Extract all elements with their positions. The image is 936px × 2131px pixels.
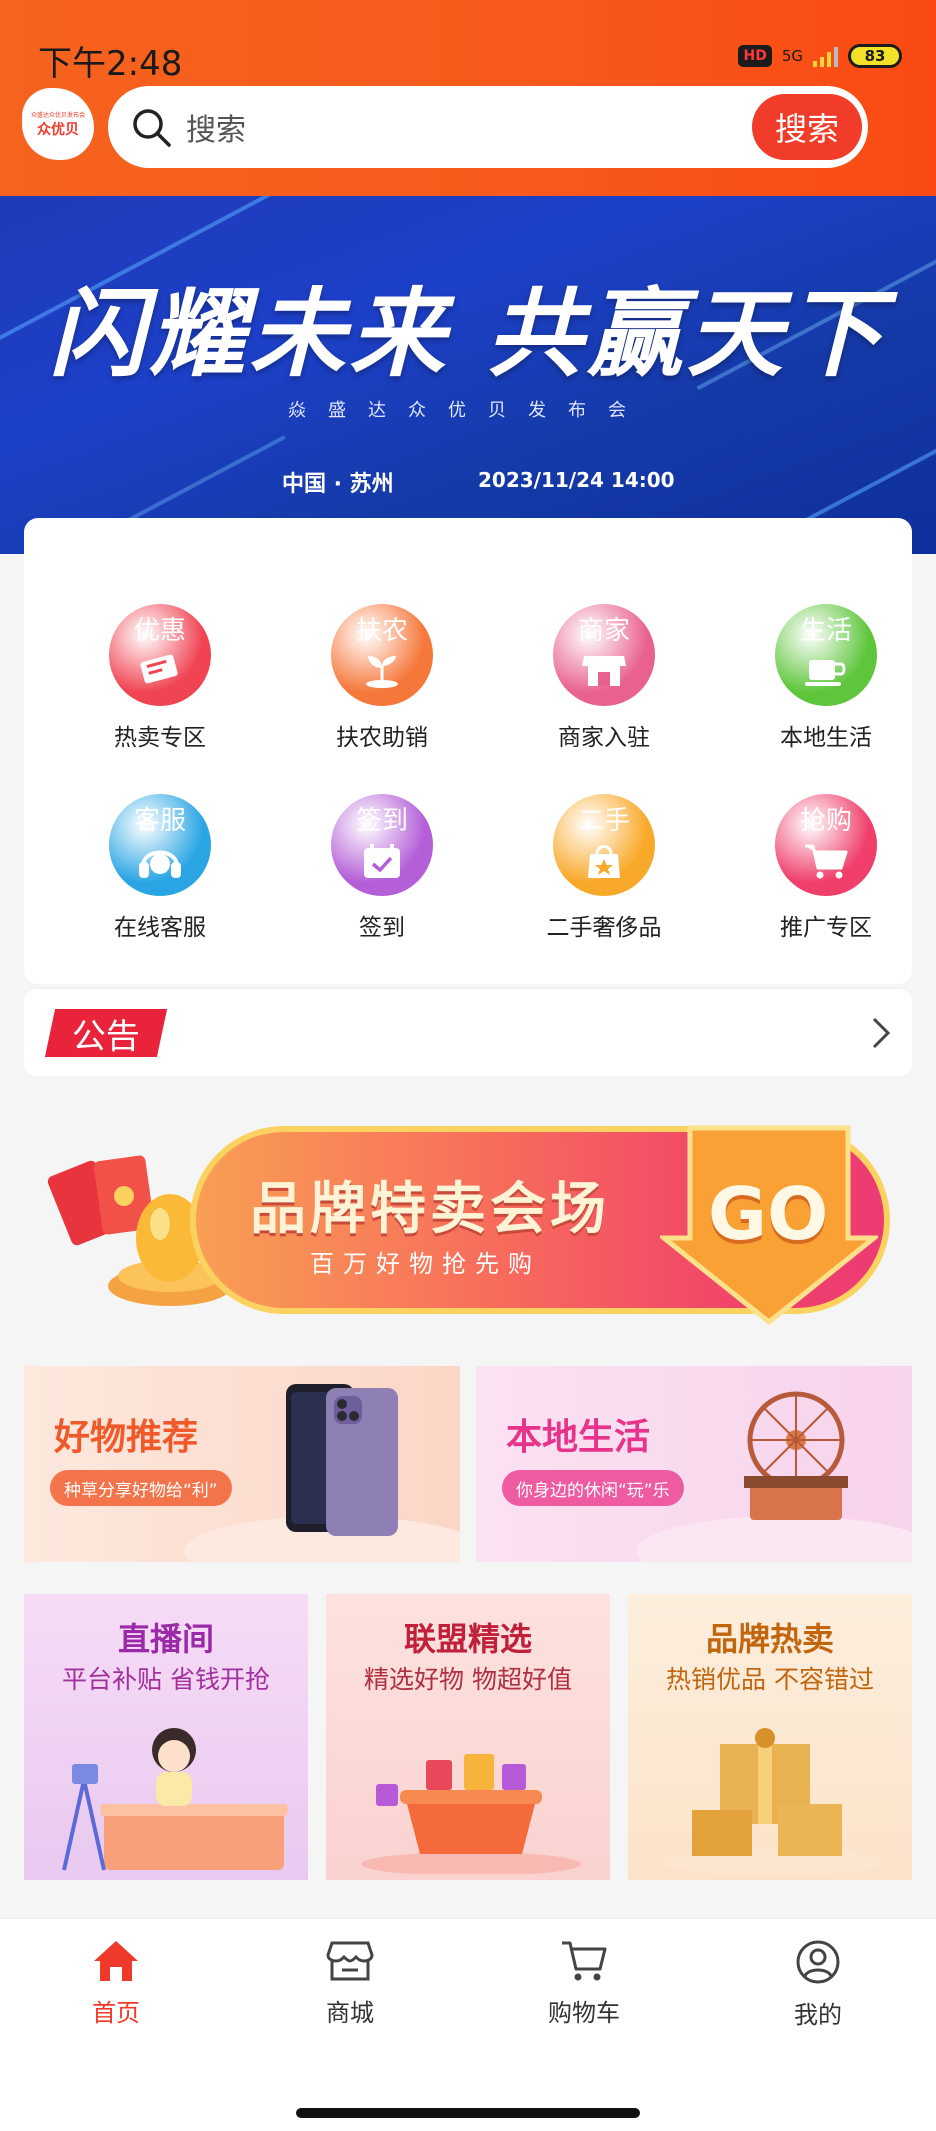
tile-subtitle: 精选好物 物超好值 <box>364 1665 572 1694</box>
gift-boxes-icon <box>663 1728 883 1874</box>
category-badge: 抢购 <box>799 806 852 836</box>
tile-title: 联盟精选 <box>403 1620 532 1658</box>
tab-label: 购物车 <box>548 1999 620 2027</box>
tab-label: 商城 <box>326 1999 374 2027</box>
category-badge: 商家 <box>577 616 630 646</box>
category-badge: 扶农 <box>355 616 408 646</box>
category-二手奢侈品[interactable]: 二手 二手奢侈品 <box>504 794 704 942</box>
category-badge: 签到 <box>355 806 408 836</box>
go-label: GO <box>708 1172 829 1256</box>
user-icon <box>796 1940 840 1984</box>
category-label: 二手奢侈品 <box>546 915 662 941</box>
tile-subtitle: 平台补贴 省钱开抢 <box>62 1665 270 1694</box>
banner-subtitle: 焱盛达众优贝发布会 <box>288 400 648 421</box>
category-label: 商家入驻 <box>558 725 650 751</box>
category-label: 在线客服 <box>114 915 206 941</box>
tab-label: 我的 <box>794 2001 842 2029</box>
hero-banner[interactable]: 闪耀未来 共赢天下 焱盛达众优贝发布会 中国 · 苏州 2023/11/24 1… <box>0 196 936 554</box>
category-商家入驻[interactable]: 商家 商家入驻 <box>504 604 704 752</box>
phone-icon <box>286 1384 398 1536</box>
category-扶农助销[interactable]: 扶农 扶农助销 <box>282 604 482 752</box>
tile-tagline: 种草分享好物给“利” <box>50 1470 232 1506</box>
logo-text: 众优贝 <box>37 121 79 138</box>
hd-badge: HD <box>738 45 772 67</box>
store-icon: 商家 <box>553 604 655 706</box>
category-label: 签到 <box>359 915 405 941</box>
home-indicator[interactable] <box>296 2108 640 2118</box>
feature-tile-local-life[interactable]: 本地生活 你身边的休闲“玩”乐 <box>476 1366 912 1562</box>
category-label: 热卖专区 <box>114 725 206 751</box>
header: 下午2:48 HD 5G 83 众盛达众优贝发布会 众优贝 搜索 搜索 <box>0 0 936 196</box>
tab-mine[interactable]: 我的 <box>738 1939 898 2030</box>
category-badge: 二手 <box>577 806 630 836</box>
search-bar[interactable]: 搜索 搜索 <box>108 86 868 168</box>
feature-tile-recommend[interactable]: 好物推荐 种草分享好物给“利” <box>24 1366 460 1562</box>
tile-subtitle: 热销优品 不容错过 <box>666 1665 874 1694</box>
search-icon <box>133 109 171 147</box>
tab-shop[interactable]: 商城 <box>270 1939 430 2028</box>
category-badge: 生活 <box>799 616 852 646</box>
channel-tile-brand-hot[interactable]: 品牌热卖 热销优品 不容错过 <box>628 1594 912 1880</box>
banner-datetime: 2023/11/24 14:00 <box>478 468 675 492</box>
bag-icon: 二手 <box>553 794 655 896</box>
promo-title: 品牌特卖会场 <box>250 1177 610 1242</box>
notice-tag-label: 公告 <box>72 1016 140 1057</box>
sprout-icon: 扶农 <box>331 604 433 706</box>
category-label: 本地生活 <box>780 725 872 751</box>
chevron-right-icon <box>872 1017 891 1049</box>
tab-label: 首页 <box>92 1999 140 2027</box>
bottom-tab-bar: 首页 商城 购物车 我的 <box>0 1918 936 2131</box>
tile-title: 本地生活 <box>506 1417 651 1458</box>
app-logo[interactable]: 众盛达众优贝发布会 众优贝 <box>22 88 94 160</box>
shop-icon <box>326 1941 374 1981</box>
home-page: 下午2:48 HD 5G 83 众盛达众优贝发布会 众优贝 搜索 搜索 闪耀未来… <box>0 0 936 2131</box>
search-input[interactable]: 搜索 <box>186 105 752 149</box>
category-badge: 优惠 <box>133 616 186 646</box>
banner-location: 中国 · 苏州 <box>282 472 394 497</box>
calendar-icon: 签到 <box>331 794 433 896</box>
channel-tile-live[interactable]: 直播间 平台补贴 省钱开抢 <box>24 1594 308 1880</box>
status-time: 下午2:48 <box>38 44 183 84</box>
tab-home[interactable]: 首页 <box>36 1939 196 2028</box>
notice-tag: 公告 <box>44 1009 168 1057</box>
category-badge: 客服 <box>133 806 186 836</box>
ticket-icon: 优惠 <box>109 604 211 706</box>
banner-title: 闪耀未来 共赢天下 <box>49 277 887 390</box>
brand-sale-banner[interactable]: 品牌特卖会场 百万好物抢先购 GO <box>40 1116 896 1334</box>
tile-tagline: 你身边的休闲“玩”乐 <box>502 1470 684 1506</box>
shopping-basket-icon <box>361 1754 581 1874</box>
tile-title: 品牌热卖 <box>705 1620 834 1658</box>
category-label: 扶农助销 <box>336 725 428 751</box>
cart-icon <box>562 1941 607 1981</box>
category-grid: 优惠 热卖专区 扶农 扶农助销 商家 商家入驻 生活 本地生活 客服 在线客服 签到 签到 二手 二手奢侈… <box>24 518 912 984</box>
coffee-icon: 生活 <box>775 604 877 706</box>
category-推广专区[interactable]: 抢购 推广专区 <box>726 794 926 942</box>
headset-icon: 客服 <box>109 794 211 896</box>
battery-icon: 83 <box>848 44 902 68</box>
promo-subtitle: 百万好物抢先购 <box>310 1250 541 1278</box>
category-label: 推广专区 <box>780 915 872 941</box>
tile-title: 好物推荐 <box>54 1417 199 1458</box>
notice-bar[interactable]: 公告 <box>24 988 912 1076</box>
channel-tile-alliance[interactable]: 联盟精选 精选好物 物超好值 <box>326 1594 610 1880</box>
live-streamer-icon <box>62 1728 288 1871</box>
cart-icon: 抢购 <box>775 794 877 896</box>
signal-icon <box>813 45 838 67</box>
tile-title: 直播间 <box>117 1620 214 1658</box>
home-icon <box>94 1941 138 1981</box>
category-本地生活[interactable]: 生活 本地生活 <box>726 604 926 752</box>
tab-cart[interactable]: 购物车 <box>504 1939 664 2028</box>
logo-small-text: 众盛达众优贝发布会 <box>30 111 85 119</box>
category-热卖专区[interactable]: 优惠 热卖专区 <box>60 604 260 752</box>
ferris-wheel-icon <box>744 1391 848 1520</box>
network-label: 5G <box>781 46 803 65</box>
status-icons: HD 5G 83 <box>738 44 902 68</box>
category-签到[interactable]: 签到 签到 <box>282 794 482 942</box>
category-在线客服[interactable]: 客服 在线客服 <box>60 794 260 942</box>
search-button[interactable]: 搜索 <box>752 94 862 160</box>
